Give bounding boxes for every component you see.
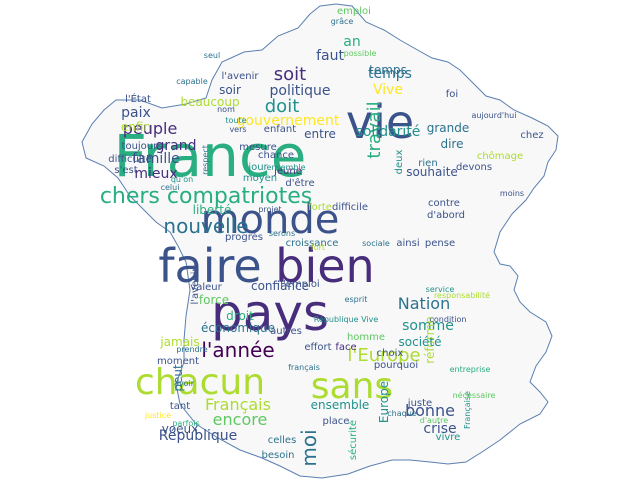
word-89: foi (446, 89, 458, 100)
word-107: sociale (362, 239, 390, 248)
word-92: contre (428, 198, 460, 209)
word-71: ainsi (396, 238, 419, 249)
word-63: pourquoi (374, 360, 418, 371)
word-72: pense (425, 238, 455, 249)
word-77: difficile (332, 202, 368, 213)
word-cloud-svg: Francepaysfaire bienmondeviechacun sansche… (0, 0, 640, 480)
word-80: jour (247, 162, 268, 173)
word-95: difficulté (108, 153, 151, 165)
word-103: vers (229, 125, 246, 134)
word-67: place (323, 416, 350, 427)
word-122: parfois (172, 419, 199, 428)
word-98: l'avenir (222, 71, 260, 82)
word-30: entre (304, 127, 336, 141)
word-45: société (399, 335, 442, 349)
word-94: toujours (122, 141, 163, 152)
word-118: chaque (387, 409, 417, 418)
word-61: face (335, 342, 356, 353)
word-110: responsabilité (434, 290, 490, 300)
word-59: effort (304, 342, 331, 353)
word-121: ensemble (266, 163, 305, 172)
word-37: enfin (121, 120, 151, 134)
word-123: prendre (176, 345, 207, 354)
word-76: progrès (225, 231, 263, 243)
word-cloud-image: France pays faire bien monde vie chacun sans che… (0, 0, 640, 480)
word-114: nécessaire (453, 390, 496, 400)
word-65: vivre (436, 432, 461, 443)
word-23: Vive (373, 82, 403, 98)
word-127: celui (161, 183, 180, 192)
word-119: français (288, 363, 320, 372)
word-83: d'être (285, 177, 314, 189)
word-120: condition (430, 315, 467, 324)
word-111: justice (144, 411, 171, 420)
word-104: possible (344, 49, 377, 58)
word-87: rien (418, 158, 437, 169)
word-64: juste (407, 398, 432, 409)
word-19: encore (213, 410, 268, 429)
word-93: d'abord (427, 210, 465, 221)
word-116: serons (269, 229, 295, 238)
word-113: entreprise (450, 365, 491, 374)
word-100: nom (217, 105, 235, 114)
word-90: aujourd'hui (472, 111, 517, 120)
word-33: paix (121, 105, 151, 121)
word-78: forte (308, 202, 332, 213)
word-96: s'est (114, 165, 137, 176)
word-130: capable (176, 77, 208, 86)
word-50: temps (369, 63, 407, 77)
word-40: force (199, 293, 229, 307)
word-88: deux (394, 150, 405, 175)
word-58: autres (270, 326, 302, 337)
word-28: grande (427, 121, 470, 135)
word-84: devons (456, 162, 492, 173)
word-20: moi (297, 429, 321, 466)
word-81: moyen (243, 173, 277, 184)
word-55: moment (157, 356, 199, 367)
word-115: d'autre (420, 416, 449, 425)
word-73: l'emploi (280, 279, 319, 290)
word-108: fort (311, 243, 325, 252)
word-105: emploi (337, 6, 371, 17)
word-102: mesure (239, 142, 277, 153)
word-124: avoir (174, 379, 195, 388)
word-43: économique (201, 321, 275, 335)
word-97: l'État (125, 92, 151, 105)
word-101: enfant (264, 124, 296, 135)
word-32: soir (219, 83, 241, 97)
word-62: homme (347, 332, 385, 343)
word-75: l'avenir (190, 267, 201, 305)
word-66: besoin (262, 450, 295, 461)
word-86: chômage (477, 150, 523, 162)
word-27: solidarité (356, 124, 421, 140)
word-56: tant (170, 401, 190, 412)
word-60: choix (377, 348, 404, 359)
word-91: chez (520, 130, 543, 141)
word-48: République (159, 428, 238, 444)
word-11: l'année (201, 338, 274, 362)
word-128: respect (201, 145, 210, 175)
word-52: an (343, 34, 360, 50)
word-24: politique (270, 83, 331, 99)
word-129: esprit (345, 295, 368, 304)
word-85: moins (500, 189, 524, 198)
word-117: projet (258, 205, 281, 214)
word-38: liberté (193, 203, 232, 217)
word-125: République Vive (314, 314, 379, 324)
word-69: sécurité (347, 420, 359, 460)
word-106: grâce (331, 17, 354, 26)
word-51: faut (316, 48, 344, 64)
word-22: soit (274, 64, 306, 85)
word-49: ensemble (311, 398, 370, 412)
word-99: toute (225, 116, 246, 125)
word-68: celles (268, 435, 297, 446)
word-131: seul (204, 51, 220, 60)
word-29: dire (440, 137, 463, 151)
